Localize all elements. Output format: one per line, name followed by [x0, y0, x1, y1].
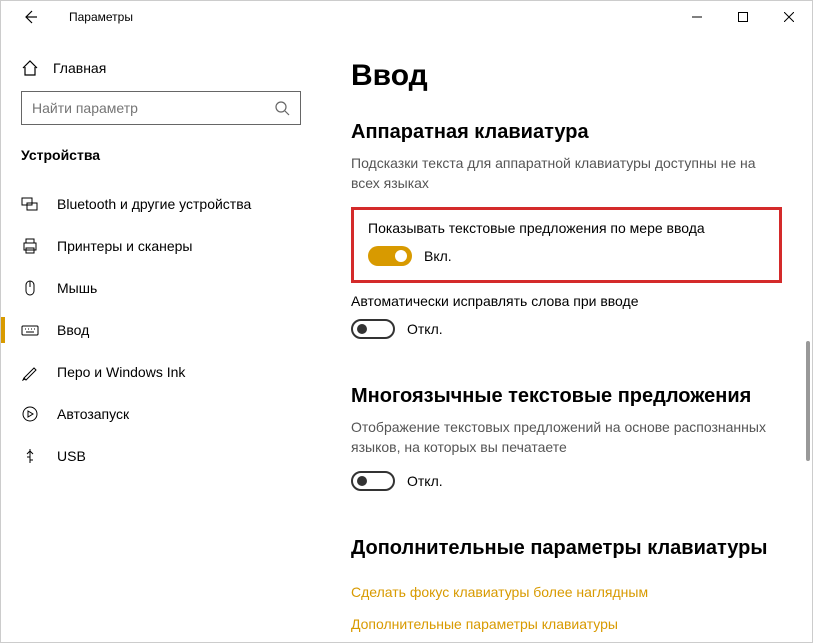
printer-icon [21, 237, 39, 255]
back-button[interactable] [19, 6, 41, 28]
sidebar-item-label: Принтеры и сканеры [57, 238, 192, 254]
sidebar-item-label: Перо и Windows Ink [57, 364, 185, 380]
advanced-heading: Дополнительные параметры клавиатуры [351, 537, 782, 560]
scrollbar-thumb[interactable] [806, 341, 810, 461]
home-label: Главная [53, 60, 106, 76]
arrow-left-icon [22, 9, 38, 25]
home-icon [21, 59, 39, 77]
close-icon [784, 12, 794, 22]
multilingual-desc: Отображение текстовых предложений на осн… [351, 418, 782, 457]
sidebar-item-bluetooth[interactable]: Bluetooth и другие устройства [1, 183, 321, 225]
pen-icon [21, 363, 39, 381]
sidebar-item-pen[interactable]: Перо и Windows Ink [1, 351, 321, 393]
minimize-button[interactable] [674, 1, 720, 33]
keyboard-icon [21, 321, 39, 339]
window-title: Параметры [69, 10, 133, 24]
sidebar-item-label: Bluetooth и другие устройства [57, 196, 251, 212]
suggestions-toggle[interactable] [368, 246, 412, 266]
advanced-link[interactable]: Дополнительные параметры клавиатуры [351, 616, 782, 632]
autocorrect-label: Автоматически исправлять слова при вводе [351, 293, 782, 309]
sidebar: Главная Устройства Bluetooth и другие ус… [1, 33, 321, 642]
hardware-keyboard-desc: Подсказки текста для аппаратной клавиату… [351, 154, 782, 193]
sidebar-item-mouse[interactable]: Мышь [1, 267, 321, 309]
sidebar-item-autoplay[interactable]: Автозапуск [1, 393, 321, 435]
sidebar-item-label: Автозапуск [57, 406, 129, 422]
autocorrect-toggle[interactable] [351, 319, 395, 339]
sidebar-section-label: Устройства [1, 143, 321, 183]
suggestions-label: Показывать текстовые предложения по мере… [368, 220, 765, 236]
autocorrect-toggle-state: Откл. [407, 321, 443, 337]
multilingual-heading: Многоязычные текстовые предложения [351, 385, 782, 408]
home-link[interactable]: Главная [1, 53, 321, 91]
sidebar-item-label: Мышь [57, 280, 97, 296]
suggestions-toggle-state: Вкл. [424, 248, 452, 264]
sidebar-item-usb[interactable]: USB [1, 435, 321, 477]
focus-link[interactable]: Сделать фокус клавиатуры более наглядным [351, 584, 782, 600]
search-box[interactable] [21, 91, 301, 125]
usb-icon [21, 447, 39, 465]
hardware-keyboard-heading: Аппаратная клавиатура [351, 121, 782, 144]
search-input[interactable] [32, 100, 274, 116]
page-title: Ввод [351, 59, 782, 93]
sidebar-item-label: Ввод [57, 322, 89, 338]
main-content: Ввод Аппаратная клавиатура Подсказки тек… [321, 33, 812, 642]
maximize-icon [738, 12, 748, 22]
minimize-icon [692, 12, 702, 22]
highlighted-setting: Показывать текстовые предложения по мере… [351, 207, 782, 283]
close-button[interactable] [766, 1, 812, 33]
sidebar-item-label: USB [57, 448, 86, 464]
mouse-icon [21, 279, 39, 297]
maximize-button[interactable] [720, 1, 766, 33]
multilingual-toggle-state: Откл. [407, 473, 443, 489]
search-icon [274, 100, 290, 116]
autoplay-icon [21, 405, 39, 423]
sidebar-item-typing[interactable]: Ввод [1, 309, 321, 351]
sidebar-item-printers[interactable]: Принтеры и сканеры [1, 225, 321, 267]
bluetooth-icon [21, 195, 39, 213]
multilingual-toggle[interactable] [351, 471, 395, 491]
